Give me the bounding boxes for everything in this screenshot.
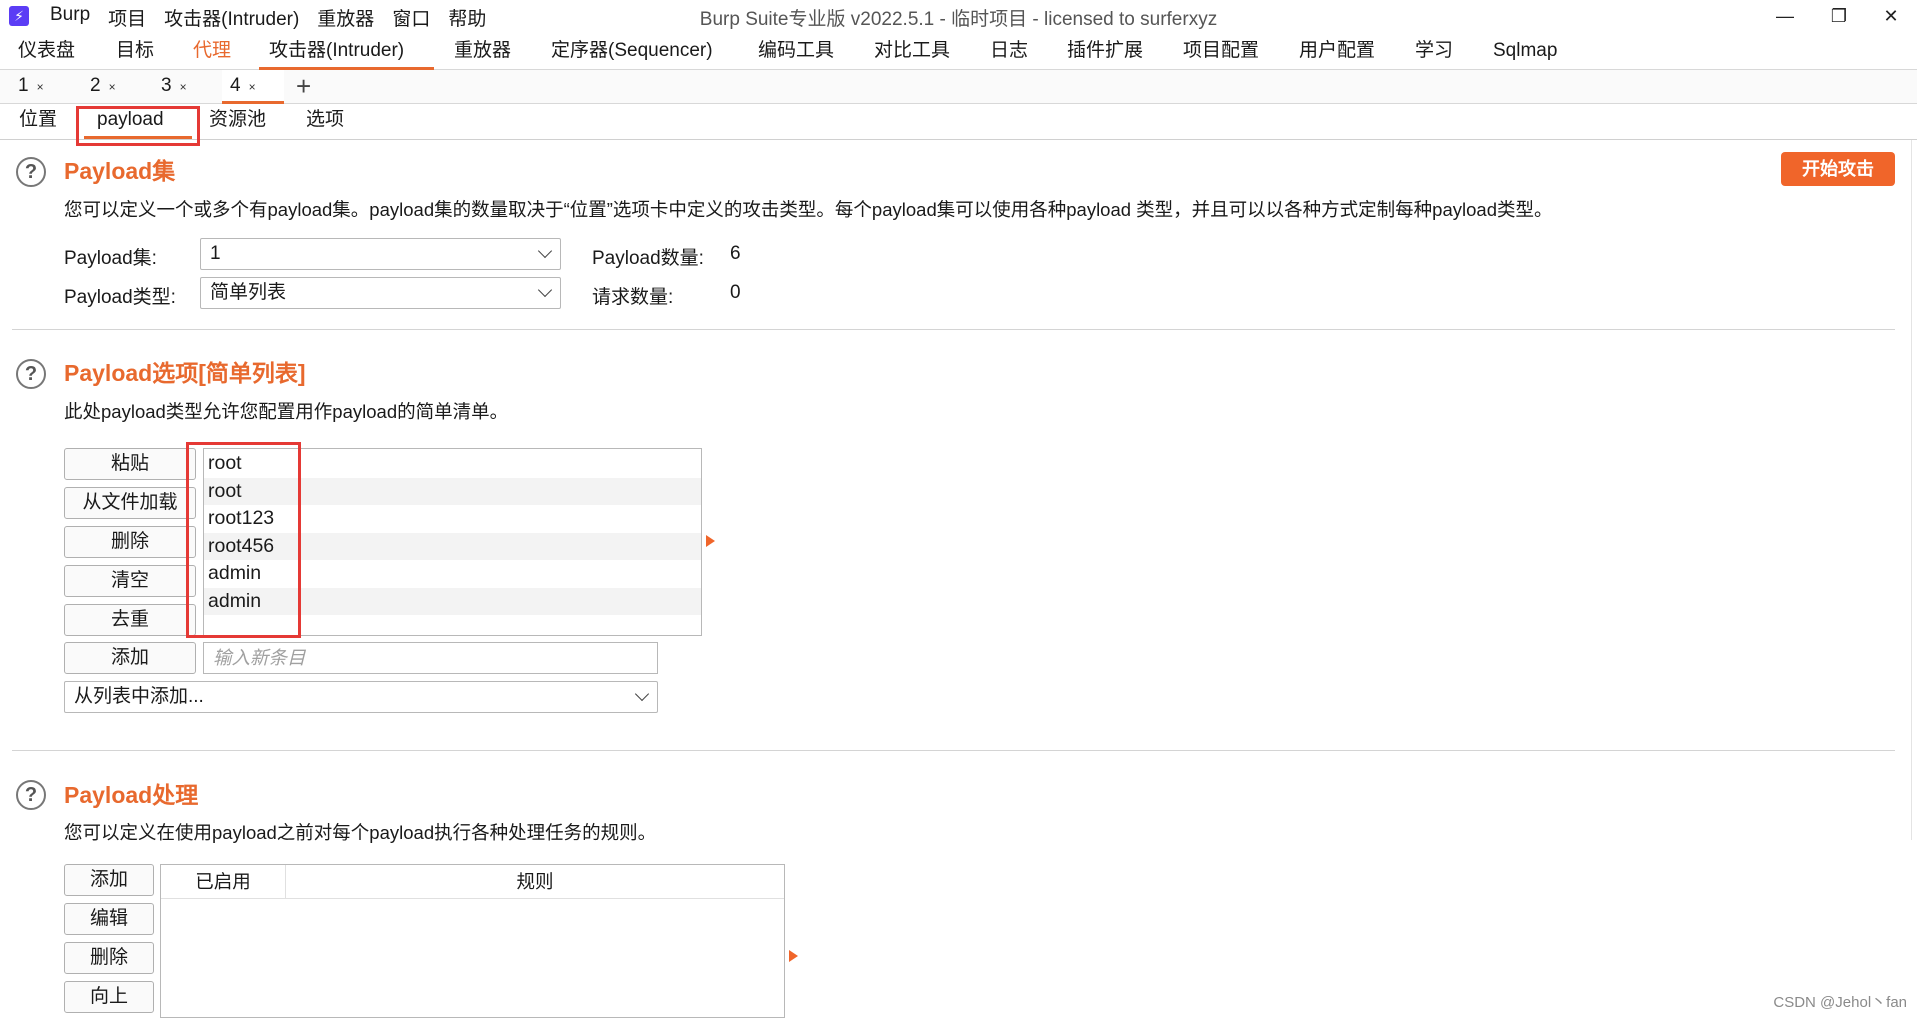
add-tab-icon[interactable]: +: [296, 70, 311, 104]
tab-number: 1: [18, 75, 29, 96]
payload-type-value: 简单列表: [210, 282, 287, 303]
tab-number: 3: [161, 75, 172, 96]
close-tab-icon[interactable]: ×: [109, 80, 116, 94]
close-tab-icon[interactable]: ×: [249, 80, 256, 94]
payload-options-title: Payload选项[简单列表]: [64, 360, 306, 386]
rules-table[interactable]: 已启用 规则: [160, 864, 785, 1018]
payload-processing-description: 您可以定义在使用payload之前对每个payload执行各种处理任务的规则。: [64, 822, 657, 843]
subtab-positions[interactable]: 位置: [19, 104, 57, 140]
menu-bar: Burp 项目 攻击器(Intruder) 重放器 窗口 帮助: [50, 4, 504, 31]
tab-proxy[interactable]: 代理: [183, 34, 241, 70]
main-tab-bar: 仪表盘 目标 代理 攻击器(Intruder) 重放器 定序器(Sequence…: [0, 34, 1917, 70]
chevron-down-icon: [537, 243, 553, 259]
payload-set-label: Payload集:: [64, 248, 157, 269]
paste-button[interactable]: 粘贴: [64, 448, 196, 480]
burp-logo-icon: ⚡: [9, 6, 29, 26]
tab-comparer[interactable]: 对比工具: [864, 34, 960, 70]
close-tab-icon[interactable]: ×: [37, 80, 44, 94]
tab-project-options[interactable]: 项目配置: [1173, 34, 1269, 70]
new-entry-input[interactable]: 输入新条目: [203, 642, 658, 674]
chevron-down-icon: [634, 686, 650, 702]
add-from-list-select[interactable]: 从列表中添加...: [64, 681, 658, 713]
menu-burp[interactable]: Burp: [50, 4, 99, 31]
menu-help[interactable]: 帮助: [448, 4, 495, 31]
payload-count-value: 6: [730, 243, 741, 264]
intruder-tab-bar: 1 × 2 × 3 × 4 × +: [0, 70, 1917, 104]
tab-number: 4: [230, 75, 241, 96]
request-count-value: 0: [730, 282, 741, 303]
payload-processing-title: Payload处理: [64, 782, 199, 808]
highlight-box-payload-tab: [76, 106, 200, 146]
subtab-resource-pool[interactable]: 资源池: [209, 104, 266, 140]
help-icon[interactable]: ?: [16, 157, 46, 187]
title-bar: ⚡ Burp 项目 攻击器(Intruder) 重放器 窗口 帮助 Burp S…: [0, 0, 1917, 32]
tab-learn[interactable]: 学习: [1405, 34, 1463, 70]
tab-sequencer[interactable]: 定序器(Sequencer): [541, 34, 723, 70]
minimize-button[interactable]: —: [1758, 0, 1812, 32]
tab-repeater[interactable]: 重放器: [444, 34, 521, 70]
tab-extensions[interactable]: 插件扩展: [1057, 34, 1153, 70]
remove-rule-button[interactable]: 删除: [64, 942, 154, 974]
add-from-list-value: 从列表中添加...: [74, 686, 204, 707]
tab-intruder[interactable]: 攻击器(Intruder): [259, 34, 434, 70]
help-icon[interactable]: ?: [16, 780, 46, 810]
close-tab-icon[interactable]: ×: [180, 80, 187, 94]
deduplicate-button[interactable]: 去重: [64, 604, 196, 636]
start-attack-button[interactable]: 开始攻击: [1781, 152, 1895, 186]
payload-type-select[interactable]: 简单列表: [200, 277, 561, 309]
help-icon[interactable]: ?: [16, 359, 46, 389]
tab-sqlmap[interactable]: Sqlmap: [1483, 34, 1567, 70]
sub-tab-bar: 位置 payload 资源池 选项: [0, 104, 1917, 140]
tab-user-options[interactable]: 用户配置: [1289, 34, 1385, 70]
highlight-box-payload-list: [186, 442, 301, 638]
maximize-button[interactable]: ❐: [1812, 0, 1866, 32]
payload-type-label: Payload类型:: [64, 287, 176, 308]
request-count-label: 请求数量:: [592, 287, 674, 308]
intruder-tab-2[interactable]: 2 ×: [82, 70, 124, 104]
rules-table-header: 已启用 规则: [161, 865, 784, 899]
intruder-tab-4[interactable]: 4 ×: [222, 70, 284, 104]
clear-button[interactable]: 清空: [64, 565, 196, 597]
intruder-tab-1[interactable]: 1 ×: [10, 70, 52, 104]
expand-arrow-icon[interactable]: [789, 950, 798, 962]
remove-button[interactable]: 删除: [64, 526, 196, 558]
menu-project[interactable]: 项目: [108, 4, 155, 31]
section-divider: [12, 329, 1895, 330]
add-rule-button[interactable]: 添加: [64, 864, 154, 896]
tab-target[interactable]: 目标: [106, 34, 164, 70]
payload-set-select[interactable]: 1: [200, 238, 561, 270]
edit-rule-button[interactable]: 编辑: [64, 903, 154, 935]
chevron-down-icon: [537, 282, 553, 298]
section-divider: [12, 750, 1895, 751]
subtab-options[interactable]: 选项: [306, 104, 344, 140]
watermark: CSDN @Jehol丶fan: [1773, 994, 1907, 1011]
intruder-tab-3[interactable]: 3 ×: [153, 70, 195, 104]
column-enabled[interactable]: 已启用: [161, 865, 286, 899]
add-item-button[interactable]: 添加: [64, 642, 196, 674]
tab-decoder[interactable]: 编码工具: [748, 34, 844, 70]
expand-arrow-icon[interactable]: [706, 535, 715, 547]
payload-options-description: 此处payload类型允许您配置用作payload的简单清单。: [64, 401, 509, 422]
menu-window[interactable]: 窗口: [392, 4, 439, 31]
menu-repeater[interactable]: 重放器: [317, 4, 383, 31]
payload-sets-description: 您可以定义一个或多个有payload集。payload集的数量取决于“位置”选项…: [64, 199, 1553, 220]
payload-sets-title: Payload集: [64, 158, 176, 184]
menu-intruder[interactable]: 攻击器(Intruder): [164, 4, 308, 31]
payload-set-value: 1: [210, 243, 221, 264]
tab-dashboard[interactable]: 仪表盘: [8, 34, 85, 70]
load-from-file-button[interactable]: 从文件加载: [64, 487, 196, 519]
scrollbar-track[interactable]: [1911, 140, 1912, 840]
column-rule[interactable]: 规则: [286, 865, 784, 899]
tab-number: 2: [90, 75, 101, 96]
tab-logger[interactable]: 日志: [980, 34, 1038, 70]
payload-count-label: Payload数量:: [592, 248, 704, 269]
close-window-button[interactable]: ✕: [1864, 0, 1917, 32]
move-up-button[interactable]: 向上: [64, 981, 154, 1013]
